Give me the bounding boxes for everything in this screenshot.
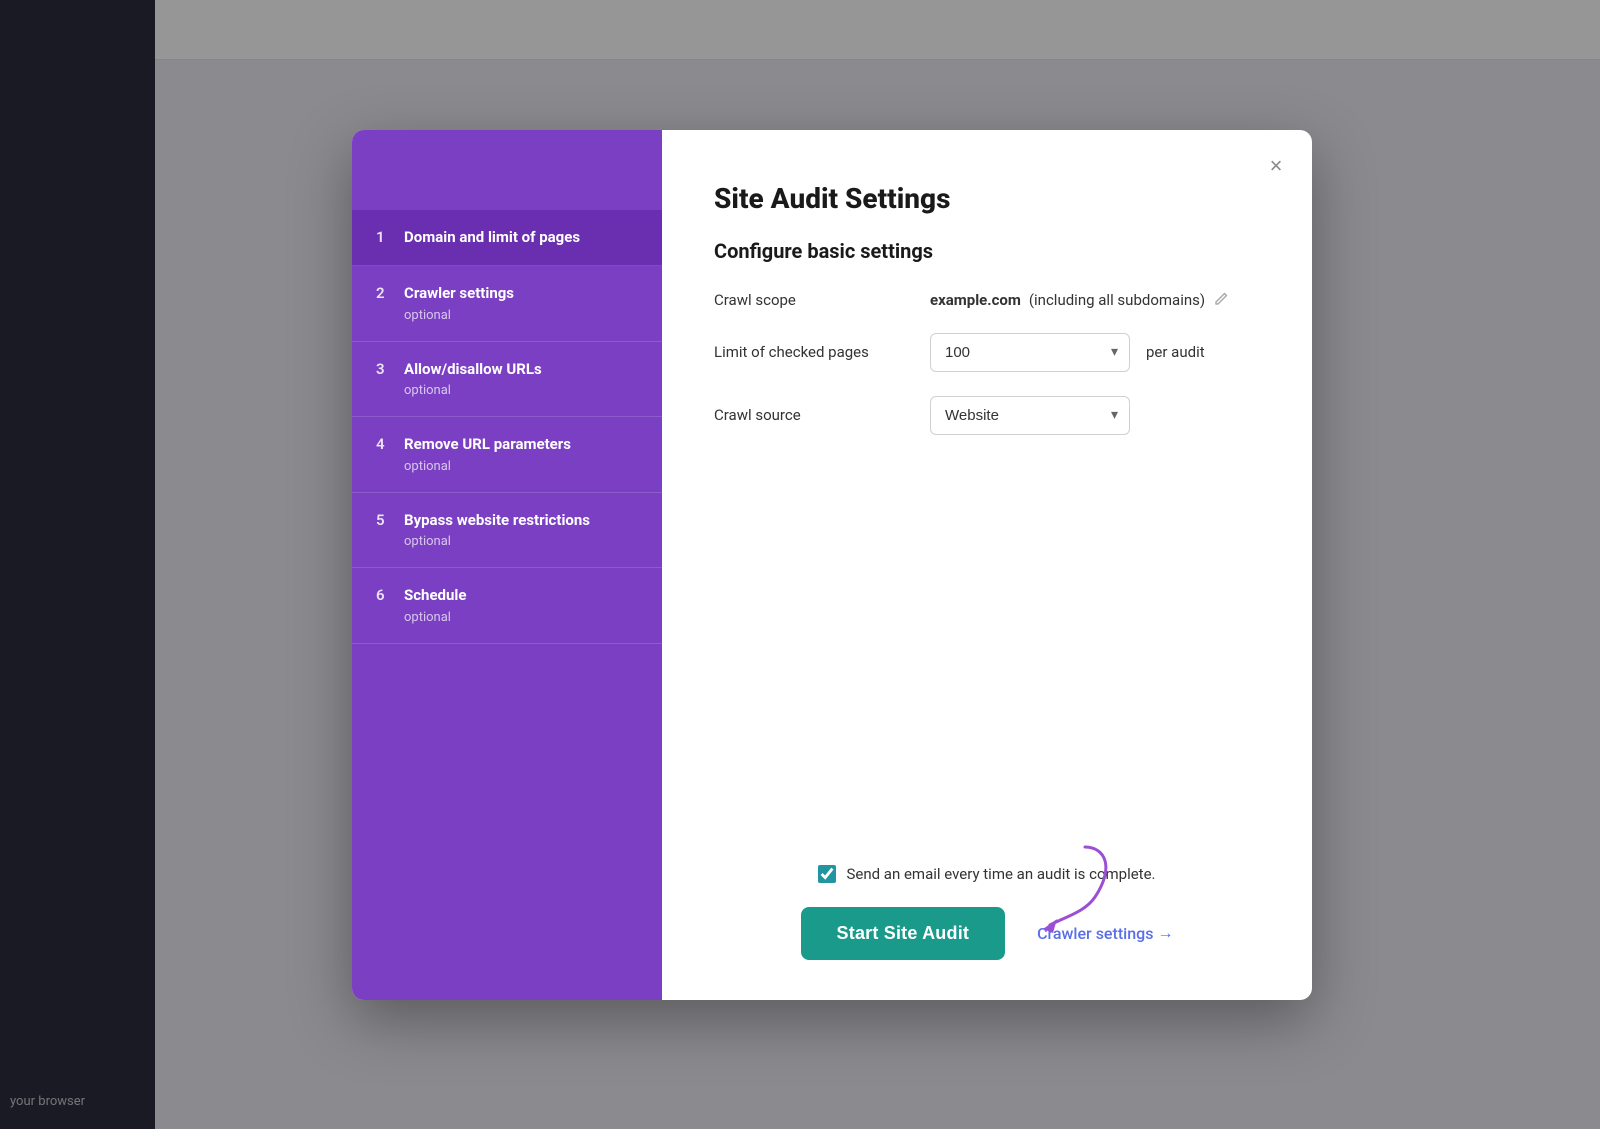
sidebar-item-title-4: Remove URL parameters (404, 435, 571, 455)
sidebar-item-optional-4: optional (404, 459, 638, 474)
crawl-source-select-wrapper: WebsiteSitemapTxt file ▾ (930, 396, 1130, 435)
sidebar-item-title-1: Domain and limit of pages (404, 228, 580, 248)
section-title: Configure basic settings (714, 239, 1260, 263)
edit-icon[interactable] (1213, 291, 1231, 309)
crawl-scope-value: example.com (including all subdomains) (930, 291, 1231, 309)
per-audit-text: per audit (1146, 343, 1205, 361)
limit-select[interactable]: 1002005001000 (930, 333, 1130, 372)
crawl-scope-domain: example.com (930, 291, 1021, 309)
modal-title: Site Audit Settings (714, 182, 1260, 215)
actions-row: Start Site Audit Crawler settings → (714, 907, 1260, 960)
sidebar-item-number-3: 3 (376, 360, 394, 378)
crawl-scope-label: Crawl scope (714, 291, 914, 309)
sidebar-item-title-3: Allow/disallow URLs (404, 360, 542, 380)
crawler-settings-link-text: Crawler settings (1037, 924, 1153, 943)
email-checkbox[interactable] (818, 865, 836, 883)
site-audit-modal: 1 Domain and limit of pages 2 Crawler se… (352, 130, 1312, 1000)
crawl-source-select[interactable]: WebsiteSitemapTxt file (930, 396, 1130, 435)
email-checkbox-label[interactable]: Send an email every time an audit is com… (846, 865, 1155, 883)
sidebar-item-2[interactable]: 2 Crawler settings optional (352, 266, 662, 342)
sidebar-item-number-2: 2 (376, 284, 394, 302)
sidebar-item-number-1: 1 (376, 228, 394, 246)
sidebar-item-3[interactable]: 3 Allow/disallow URLs optional (352, 342, 662, 418)
modal-main-content: × Site Audit Settings Configure basic se… (662, 130, 1312, 1000)
limit-label: Limit of checked pages (714, 343, 914, 361)
sidebar-item-6[interactable]: 6 Schedule optional (352, 568, 662, 644)
modal-bottom-area: Send an email every time an audit is com… (714, 825, 1260, 960)
sidebar-item-title-6: Schedule (404, 586, 466, 606)
start-site-audit-button[interactable]: Start Site Audit (801, 907, 1006, 960)
sidebar-item-4[interactable]: 4 Remove URL parameters optional (352, 417, 662, 493)
sidebar-item-1[interactable]: 1 Domain and limit of pages (352, 210, 662, 267)
sidebar-item-optional-2: optional (404, 308, 638, 323)
sidebar-item-number-5: 5 (376, 511, 394, 529)
limit-row: Limit of checked pages 1002005001000 ▾ p… (714, 333, 1260, 372)
limit-select-wrapper: 1002005001000 ▾ (930, 333, 1130, 372)
sidebar-item-optional-3: optional (404, 383, 638, 398)
crawl-scope-suffix: (including all subdomains) (1029, 291, 1205, 309)
crawler-settings-link[interactable]: Crawler settings → (1037, 923, 1173, 943)
crawl-source-row: Crawl source WebsiteSitemapTxt file ▾ (714, 396, 1260, 435)
sidebar-item-number-4: 4 (376, 435, 394, 453)
modal-sidebar: 1 Domain and limit of pages 2 Crawler se… (352, 130, 662, 1000)
sidebar-item-optional-6: optional (404, 610, 638, 625)
crawl-scope-row: Crawl scope example.com (including all s… (714, 291, 1260, 309)
sidebar-item-title-2: Crawler settings (404, 284, 514, 304)
sidebar-item-optional-5: optional (404, 534, 638, 549)
sidebar-item-title-5: Bypass website restrictions (404, 511, 590, 531)
crawl-source-label: Crawl source (714, 406, 914, 424)
email-checkbox-row: Send an email every time an audit is com… (714, 865, 1260, 883)
close-button[interactable]: × (1260, 150, 1292, 182)
crawler-settings-arrow-icon: → (1157, 923, 1173, 943)
sidebar-item-5[interactable]: 5 Bypass website restrictions optional (352, 493, 662, 569)
sidebar-item-number-6: 6 (376, 586, 394, 604)
